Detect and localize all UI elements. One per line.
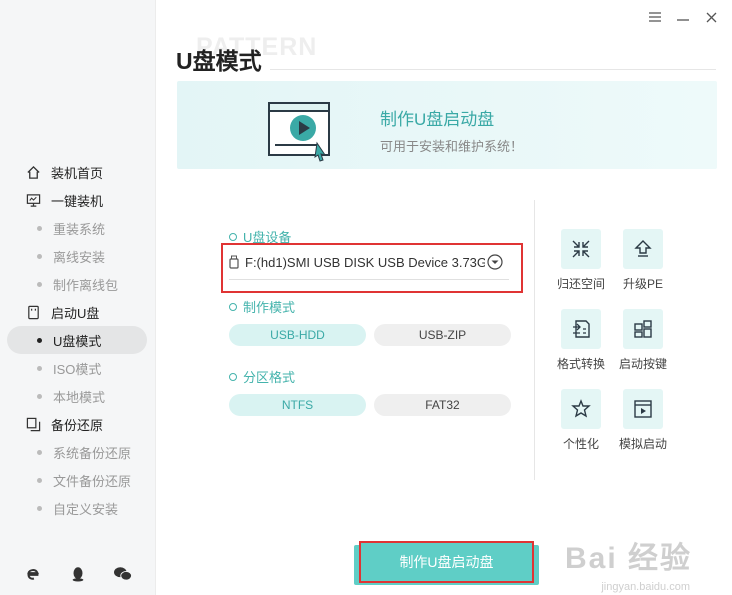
tool-upgrade-pe[interactable]: 升级PE xyxy=(613,229,673,292)
device-underline xyxy=(229,279,509,280)
sidebar-item-iso-mode[interactable]: ISO模式 xyxy=(0,354,156,382)
device-value: F:(hd1)SMI USB DISK USB Device 3.73G xyxy=(245,254,485,270)
mode-option-usb-hdd[interactable]: USB-HDD xyxy=(229,324,366,346)
sidebar-item-label: 备份还原 xyxy=(51,417,104,433)
copy-icon xyxy=(25,416,41,432)
window-controls xyxy=(646,8,720,26)
format-option-ntfs[interactable]: NTFS xyxy=(229,394,366,416)
upgrade-pe-icon xyxy=(623,229,663,269)
sidebar-item-home[interactable]: 装机首页 xyxy=(0,158,156,186)
sidebar-item-offline-install[interactable]: 离线安装 xyxy=(0,242,156,270)
banner-title: 制作U盘启动盘 xyxy=(380,110,495,129)
bullet-icon xyxy=(37,365,42,371)
banner: 制作U盘启动盘 可用于安装和维护系统！ xyxy=(177,81,717,169)
sidebar-item-label: 系统备份还原 xyxy=(53,445,132,461)
bullet-icon xyxy=(37,449,42,455)
mode-option-usb-zip[interactable]: USB-ZIP xyxy=(374,324,511,346)
minimize-icon[interactable] xyxy=(674,8,692,26)
baidu-watermark: Bai 经验 xyxy=(564,542,692,575)
qq-icon[interactable] xyxy=(67,563,89,585)
banner-subtitle: 可用于安装和维护系统！ xyxy=(380,139,524,154)
simulate-boot-icon xyxy=(623,389,663,429)
ie-icon[interactable] xyxy=(22,563,44,585)
tool-format-convert[interactable]: 格式转换 xyxy=(551,309,611,372)
chevron-down-icon[interactable] xyxy=(487,254,503,270)
sidebar-item-label: 离线安装 xyxy=(53,249,106,265)
bullet-icon xyxy=(37,477,42,483)
restore-space-icon xyxy=(561,229,601,269)
bullet-icon xyxy=(37,393,42,399)
tool-label: 格式转换 xyxy=(556,357,605,371)
video-window-icon xyxy=(268,102,330,162)
sidebar-footer xyxy=(0,563,156,585)
device-highlight: F:(hd1)SMI USB DISK USB Device 3.73G xyxy=(221,243,523,293)
title-divider xyxy=(270,69,716,70)
mode-label-text: 制作模式 xyxy=(243,300,296,315)
sidebar-item-backup-restore[interactable]: 备份还原 xyxy=(0,410,156,438)
bullet-icon xyxy=(37,253,42,259)
close-icon[interactable] xyxy=(702,8,720,26)
tool-label: 启动按键 xyxy=(618,357,667,371)
usb-icon xyxy=(25,304,41,320)
sidebar-item-local-mode[interactable]: 本地模式 xyxy=(0,382,156,410)
mode-label: 制作模式 xyxy=(229,297,295,316)
format-label: 分区格式 xyxy=(229,367,295,386)
vertical-divider xyxy=(534,200,535,480)
sidebar-item-label: U盘模式 xyxy=(53,333,102,349)
sidebar-item-label: 制作离线包 xyxy=(53,277,119,293)
sidebar-item-usb-mode[interactable]: U盘模式 xyxy=(7,326,147,354)
bullet-icon xyxy=(37,337,42,343)
circle-icon xyxy=(229,302,237,311)
tool-label: 个性化 xyxy=(562,437,599,451)
usb-drive-icon xyxy=(229,255,239,269)
circle-icon xyxy=(229,232,237,241)
sidebar-item-boot-usb[interactable]: 启动U盘 xyxy=(0,298,156,326)
sidebar-item-custom-install[interactable]: 自定义安装 xyxy=(0,494,156,522)
home-icon xyxy=(25,164,41,180)
sidebar: 装机首页 一键装机 重装系统 离线安装 制作离线包 启动U盘 U盘模式 ISO模… xyxy=(0,0,156,595)
sidebar-item-label: ISO模式 xyxy=(53,361,102,377)
device-select[interactable]: F:(hd1)SMI USB DISK USB Device 3.73G xyxy=(229,251,511,273)
boot-key-icon xyxy=(623,309,663,349)
sidebar-item-label: 文件备份还原 xyxy=(53,473,132,489)
sidebar-item-label: 自定义安装 xyxy=(53,501,119,517)
sidebar-item-label: 装机首页 xyxy=(51,165,104,181)
wechat-icon[interactable] xyxy=(112,563,134,585)
menu-icon[interactable] xyxy=(646,8,664,26)
tool-simulate-boot[interactable]: 模拟启动 xyxy=(613,389,673,452)
bullet-icon xyxy=(37,281,42,287)
bullet-icon xyxy=(37,505,42,511)
tool-label: 模拟启动 xyxy=(618,437,667,451)
bullet-icon xyxy=(37,225,42,231)
sidebar-nav: 装机首页 一键装机 重装系统 离线安装 制作离线包 启动U盘 U盘模式 ISO模… xyxy=(0,158,156,522)
sidebar-item-label: 本地模式 xyxy=(53,389,106,405)
sidebar-item-label: 启动U盘 xyxy=(51,305,100,321)
format-convert-icon xyxy=(561,309,601,349)
sidebar-item-label: 重装系统 xyxy=(53,221,106,237)
circle-icon xyxy=(229,372,237,381)
format-label-text: 分区格式 xyxy=(243,370,296,385)
tool-restore-space[interactable]: 归还空间 xyxy=(551,229,611,292)
sidebar-item-file-backup[interactable]: 文件备份还原 xyxy=(0,466,156,494)
tool-label: 归还空间 xyxy=(556,277,605,291)
baidu-watermark-url: jingyan.baidu.com xyxy=(601,581,690,593)
page-title: U盘模式 xyxy=(176,48,262,74)
personalize-icon xyxy=(561,389,601,429)
format-option-fat32[interactable]: FAT32 xyxy=(374,394,511,416)
sidebar-item-make-offline-pkg[interactable]: 制作离线包 xyxy=(0,270,156,298)
tool-personalize[interactable]: 个性化 xyxy=(551,389,611,452)
monitor-icon xyxy=(25,192,41,208)
tool-label: 升级PE xyxy=(622,277,663,291)
sidebar-item-one-click-install[interactable]: 一键装机 xyxy=(0,186,156,214)
sidebar-item-system-backup[interactable]: 系统备份还原 xyxy=(0,438,156,466)
make-usb-boot-button[interactable]: 制作U盘启动盘 xyxy=(359,541,534,583)
sidebar-item-label: 一键装机 xyxy=(51,193,104,209)
sidebar-item-reinstall[interactable]: 重装系统 xyxy=(0,214,156,242)
tool-boot-key[interactable]: 启动按键 xyxy=(613,309,673,372)
